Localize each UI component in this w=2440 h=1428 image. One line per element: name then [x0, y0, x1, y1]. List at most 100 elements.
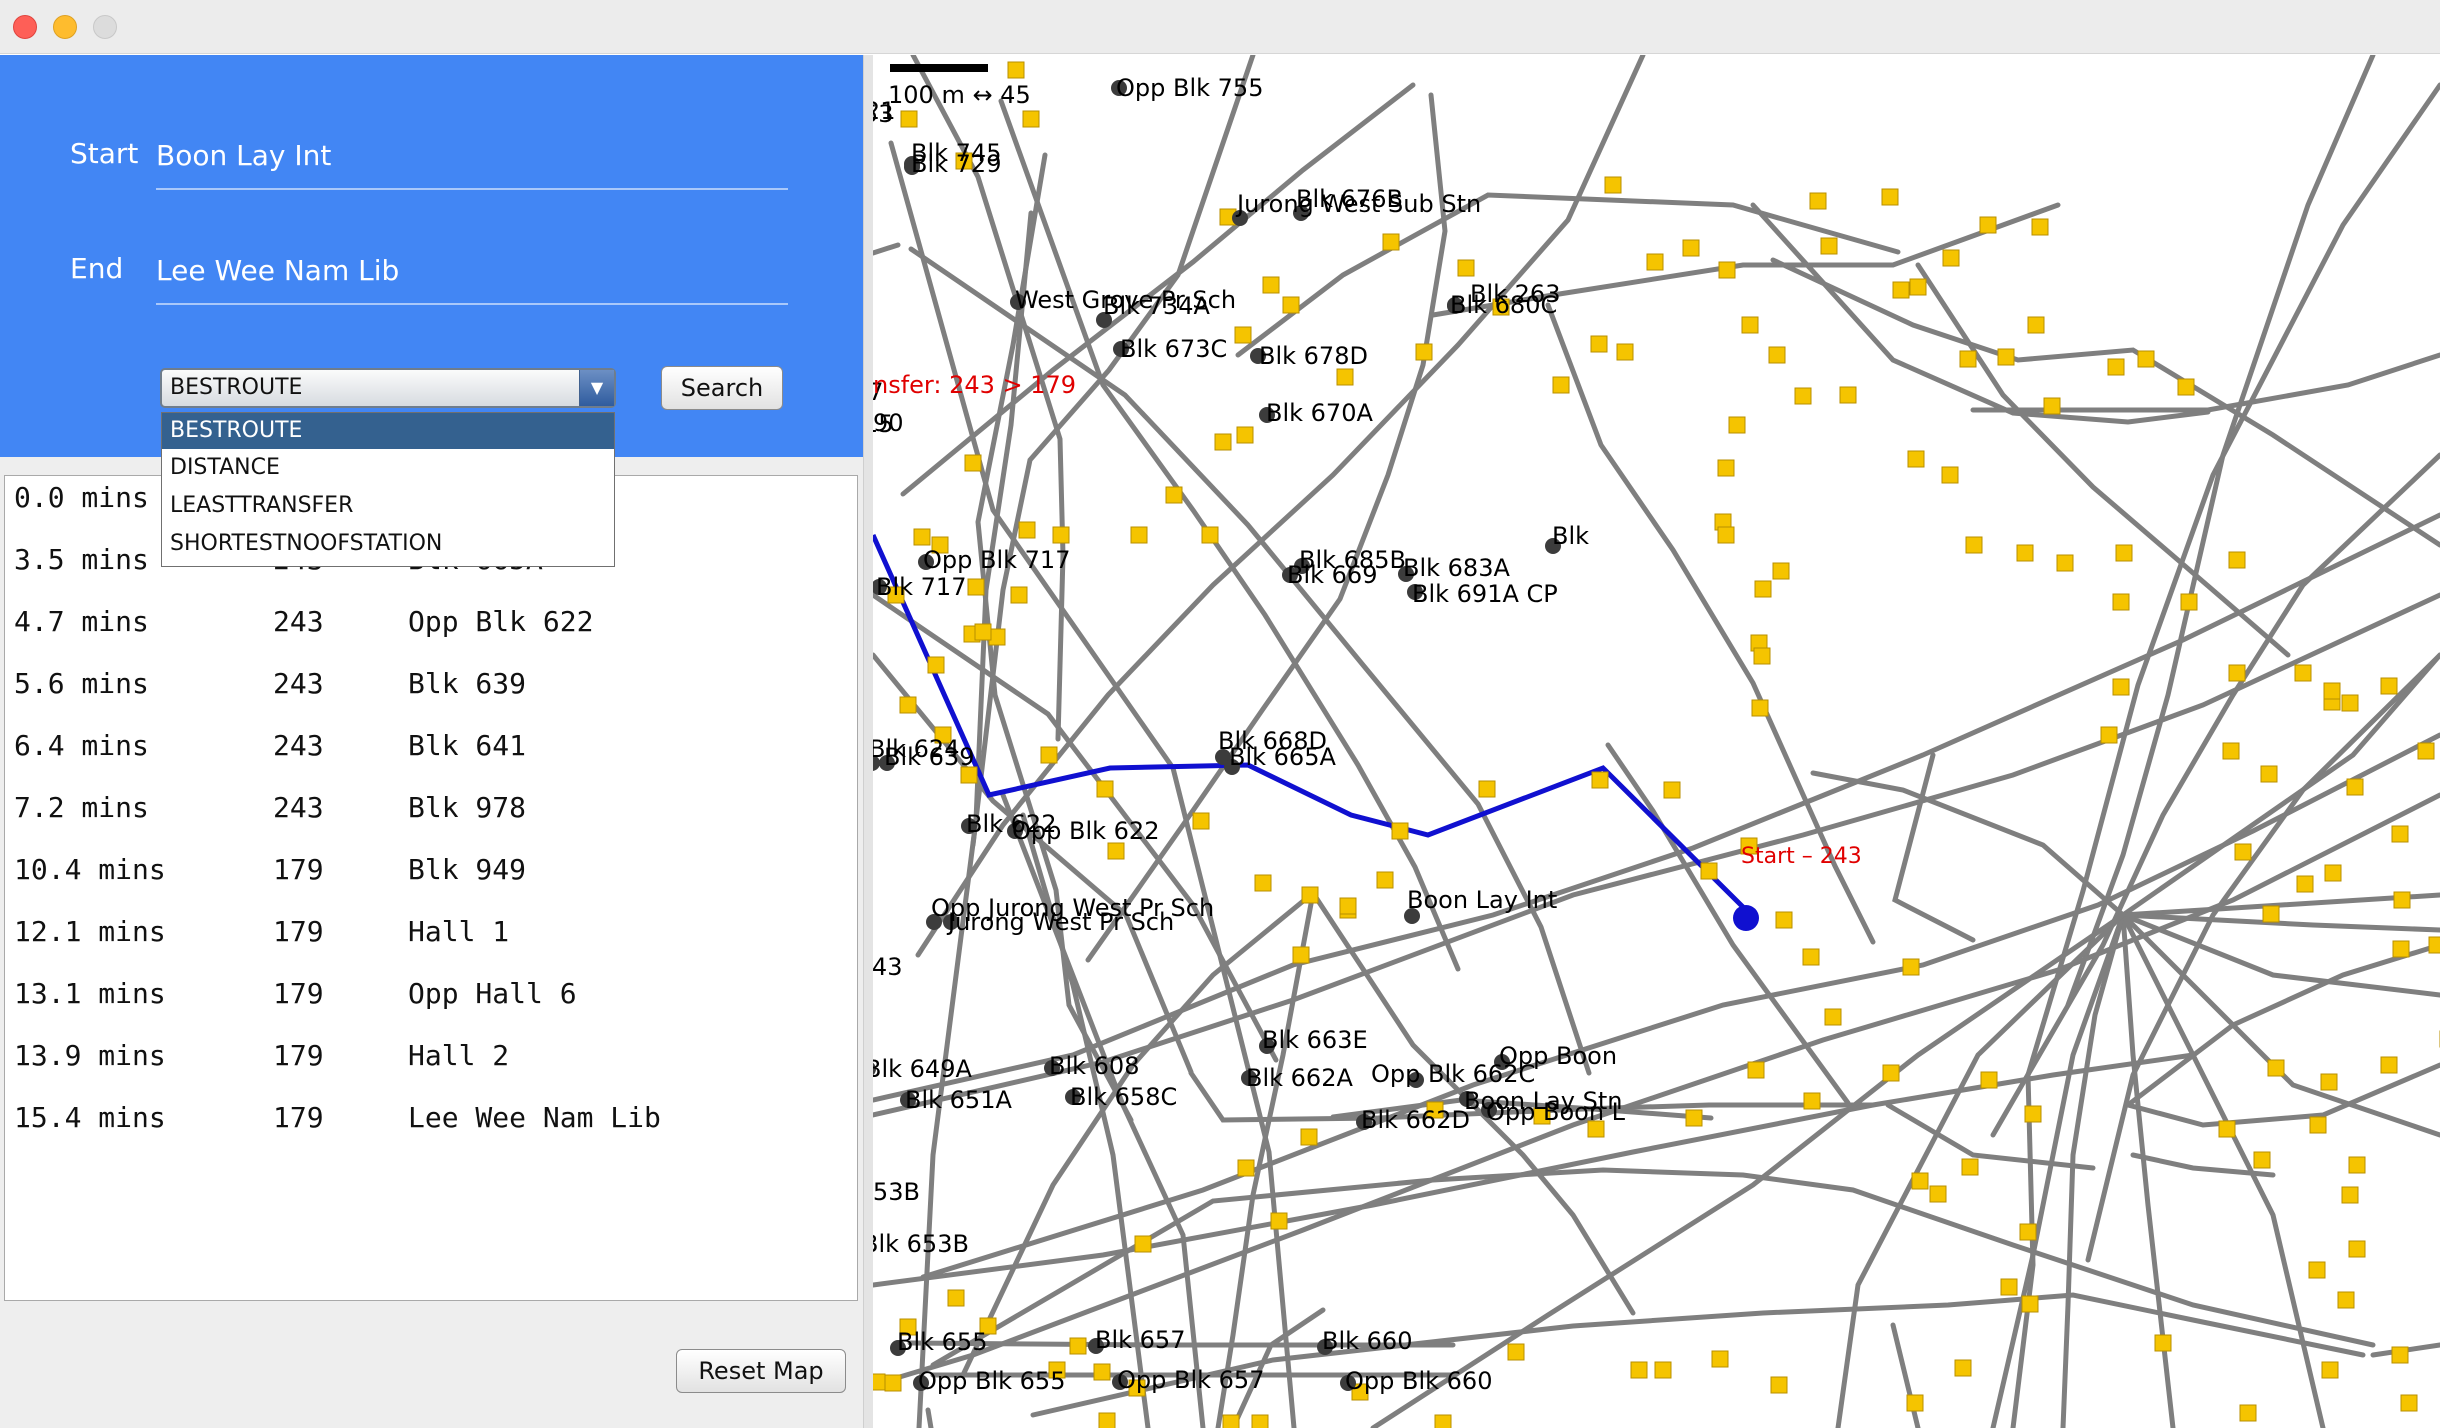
control-panel: Start Boon Lay Int End Lee Wee Nam Lib B… [0, 55, 863, 1428]
search-button[interactable]: Search [661, 366, 783, 410]
waypoint-marker [2341, 694, 2359, 712]
waypoint-marker [1753, 647, 1771, 665]
stop-label: Blk 649A [873, 1055, 972, 1083]
scale-bar-line [890, 64, 988, 72]
waypoint-marker [2391, 825, 2409, 843]
waypoint-marker [1616, 343, 1634, 361]
result-service: 243 [273, 605, 324, 638]
waypoint-marker [2323, 682, 2341, 700]
waypoint-marker [1882, 1064, 1900, 1082]
minimize-window-button[interactable] [53, 15, 77, 39]
stop-label: Blk 663E [1262, 1026, 1368, 1054]
route-mode-select[interactable]: BESTROUTE ▼ [160, 368, 616, 408]
road-edge [2120, 892, 2440, 918]
waypoint-marker [1965, 536, 1983, 554]
split-divider[interactable] [863, 55, 873, 1428]
waypoint-marker [1270, 1212, 1288, 1230]
waypoint-marker [2222, 742, 2240, 760]
waypoint-marker [2218, 1120, 2236, 1138]
stop-label: Jurong West Pr Sch [946, 908, 1174, 936]
waypoint-marker [1237, 1159, 1255, 1177]
result-time: 0.0 mins [14, 481, 149, 514]
result-time: 6.4 mins [14, 729, 149, 762]
waypoint-marker [1018, 521, 1036, 539]
waypoint-marker [1909, 278, 1927, 296]
waypoint-marker [1959, 350, 1977, 368]
waypoint-marker [2228, 551, 2246, 569]
road-edge [1890, 1322, 1921, 1428]
waypoint-marker [1630, 1361, 1648, 1379]
waypoint-marker [2262, 905, 2280, 923]
stop-label: Blk 608 [1049, 1052, 1139, 1080]
stop-label: Blk 655 [897, 1328, 987, 1356]
end-field[interactable]: Lee Wee Nam Lib [156, 247, 788, 305]
route-mode-option[interactable]: BESTROUTE [162, 413, 614, 449]
transfer-label: nsfer: 243 > 179 [873, 371, 1076, 399]
waypoint-marker [2000, 1278, 2018, 1296]
waypoint-marker [900, 110, 918, 128]
waypoint-marker [1747, 1061, 1765, 1079]
waypoint-marker [2308, 1261, 2326, 1279]
waypoint-marker [1751, 699, 1769, 717]
stop-label: Blk 673C [1120, 335, 1227, 363]
waypoint-marker [1201, 526, 1219, 544]
waypoint-marker [2031, 218, 2049, 236]
waypoint-marker [1052, 526, 1070, 544]
road-edge [1770, 257, 2440, 548]
waypoint-marker [927, 656, 945, 674]
route-mode-option[interactable]: LEASTTRANSFER [162, 488, 614, 524]
waypoint-marker [1942, 249, 1960, 267]
reset-map-button[interactable]: Reset Map [676, 1349, 846, 1393]
scale-label: 100 m ↔ 45 [888, 81, 1031, 109]
road-edge [2065, 55, 2376, 1008]
waypoint-marker [1478, 780, 1496, 798]
waypoint-marker [2228, 664, 2246, 682]
waypoint-marker [2021, 1295, 2039, 1313]
waypoint-marker [1770, 1376, 1788, 1394]
road-edge [2085, 652, 2440, 1263]
stop-label: Blk 669 [1287, 561, 1377, 589]
zoom-window-button[interactable] [93, 15, 117, 39]
road-edge [873, 242, 901, 256]
result-time: 13.9 mins [14, 1039, 166, 1072]
waypoint-marker [1802, 948, 1820, 966]
route-map[interactable]: Blk 853Blk 821Opp Blk 755Blk 745Blk 729B… [873, 55, 2440, 1428]
waypoint-marker [1941, 466, 1959, 484]
results-list[interactable]: 0.0 mins3.5 mins243Blk 665A4.7 mins243Op… [4, 475, 858, 1301]
waypoint-marker [2348, 1156, 2366, 1174]
map-canvas[interactable]: Blk 853Blk 821Opp Blk 755Blk 745Blk 729B… [873, 55, 2440, 1428]
result-service: 243 [273, 791, 324, 824]
waypoint-marker [1685, 1109, 1703, 1127]
stop-label: Blk 665A [1229, 743, 1336, 771]
waypoint-marker [1700, 862, 1718, 880]
waypoint-marker [1824, 1008, 1842, 1026]
waypoint-marker [1165, 486, 1183, 504]
waypoint-marker [1339, 897, 1357, 915]
result-stop: Lee Wee Nam Lib [408, 1101, 661, 1134]
route-mode-option[interactable]: DISTANCE [162, 450, 614, 486]
route-mode-option[interactable]: SHORTESTNOOFSTATION [162, 526, 614, 562]
stop-label: Opp Blk 655 [918, 1367, 1065, 1395]
result-time: 13.1 mins [14, 977, 166, 1010]
road-edge [1970, 352, 2440, 413]
close-window-button[interactable] [13, 15, 37, 39]
start-field[interactable]: Boon Lay Int [156, 132, 788, 190]
chevron-down-icon[interactable]: ▼ [579, 370, 614, 406]
waypoint-marker [1682, 239, 1700, 257]
waypoint-marker [1214, 433, 1232, 451]
waypoint-marker [2253, 1151, 2271, 1169]
start-route-label: Start – 243 [1741, 844, 1862, 869]
waypoint-marker [1803, 1092, 1821, 1110]
stop-label: Blk [1552, 522, 1589, 550]
waypoint-marker [2107, 358, 2125, 376]
stop-label: Blk 734A [1103, 292, 1210, 320]
waypoint-marker [1741, 316, 1759, 334]
waypoint-marker [1222, 1414, 1240, 1428]
waypoint-marker [1010, 586, 1028, 604]
end-label: End [70, 252, 124, 285]
road-edge [1915, 262, 2291, 658]
stop-label: Opp Blk 643 [873, 953, 902, 981]
result-time: 10.4 mins [14, 853, 166, 886]
waypoint-marker [1839, 386, 1857, 404]
waypoint-marker [2348, 1240, 2366, 1258]
